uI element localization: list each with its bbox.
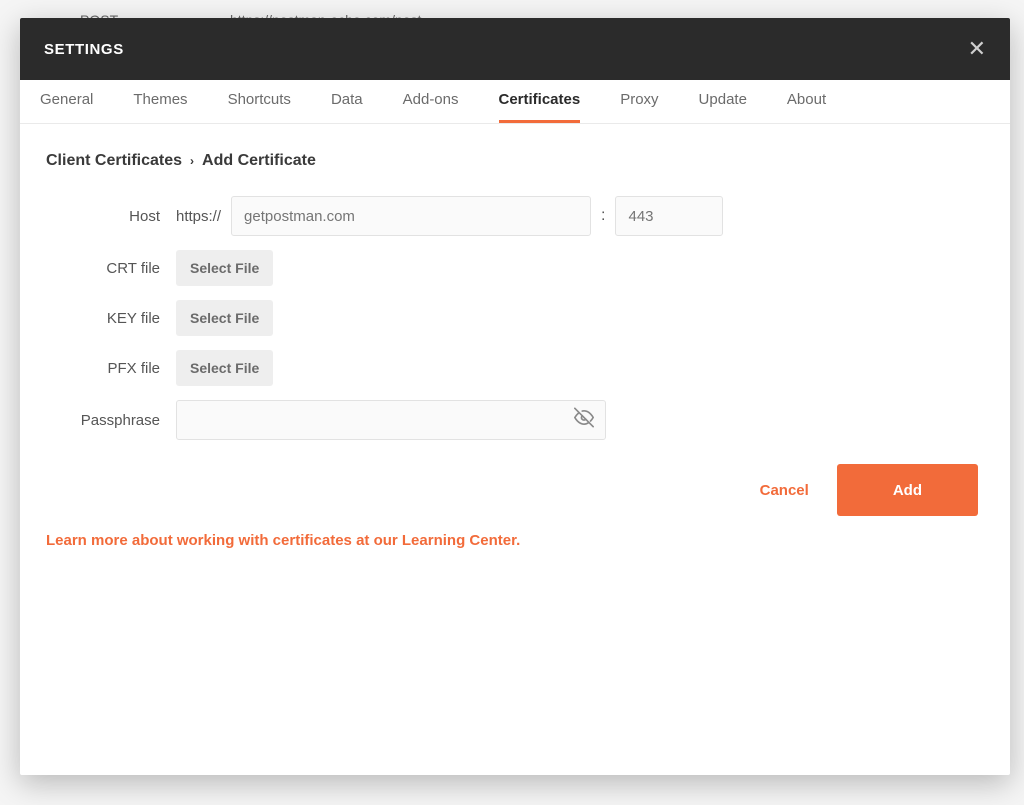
host-label: Host — [46, 208, 176, 225]
tab-certificates[interactable]: Certificates — [499, 91, 581, 123]
modal-header: SETTINGS ✕ — [20, 18, 1010, 80]
row-pfx: PFX file Select File — [46, 350, 984, 386]
tab-proxy[interactable]: Proxy — [620, 91, 658, 123]
crt-select-file-button[interactable]: Select File — [176, 250, 273, 286]
app-background: POST https://postman-echo.com/post SETTI… — [0, 0, 1024, 805]
port-input[interactable] — [615, 196, 723, 236]
passphrase-label: Passphrase — [46, 412, 176, 429]
close-icon[interactable]: ✕ — [968, 38, 986, 60]
tab-update[interactable]: Update — [699, 91, 747, 123]
breadcrumb-leaf: Add Certificate — [202, 152, 316, 170]
key-label: KEY file — [46, 310, 176, 327]
settings-tabs: General Themes Shortcuts Data Add-ons Ce… — [20, 80, 1010, 124]
add-button[interactable]: Add — [837, 464, 978, 516]
row-key: KEY file Select File — [46, 300, 984, 336]
learn-more-link[interactable]: Learn more about working with certificat… — [46, 532, 984, 549]
tab-general[interactable]: General — [40, 91, 93, 123]
form-actions: Cancel Add — [46, 464, 984, 516]
host-protocol: https:// — [176, 208, 221, 225]
chevron-right-icon: › — [190, 154, 194, 168]
pfx-label: PFX file — [46, 360, 176, 377]
passphrase-input[interactable] — [176, 400, 606, 440]
tab-about[interactable]: About — [787, 91, 826, 123]
pfx-select-file-button[interactable]: Select File — [176, 350, 273, 386]
breadcrumb-root[interactable]: Client Certificates — [46, 152, 182, 170]
tab-themes[interactable]: Themes — [133, 91, 187, 123]
tab-addons[interactable]: Add-ons — [403, 91, 459, 123]
row-passphrase: Passphrase — [46, 400, 984, 440]
cancel-button[interactable]: Cancel — [750, 464, 819, 516]
key-select-file-button[interactable]: Select File — [176, 300, 273, 336]
breadcrumb: Client Certificates › Add Certificate — [46, 152, 984, 170]
tab-shortcuts[interactable]: Shortcuts — [228, 91, 291, 123]
host-port-separator: : — [601, 207, 605, 225]
add-certificate-form: Host https:// : CRT file Select File KEY… — [46, 196, 984, 549]
row-host: Host https:// : — [46, 196, 984, 236]
host-input[interactable] — [231, 196, 591, 236]
settings-modal: SETTINGS ✕ General Themes Shortcuts Data… — [20, 18, 1010, 775]
tab-data[interactable]: Data — [331, 91, 363, 123]
row-crt: CRT file Select File — [46, 250, 984, 286]
crt-label: CRT file — [46, 260, 176, 277]
modal-title: SETTINGS — [44, 41, 124, 58]
toggle-visibility-icon[interactable] — [574, 408, 594, 433]
tab-content: Client Certificates › Add Certificate Ho… — [20, 124, 1010, 775]
